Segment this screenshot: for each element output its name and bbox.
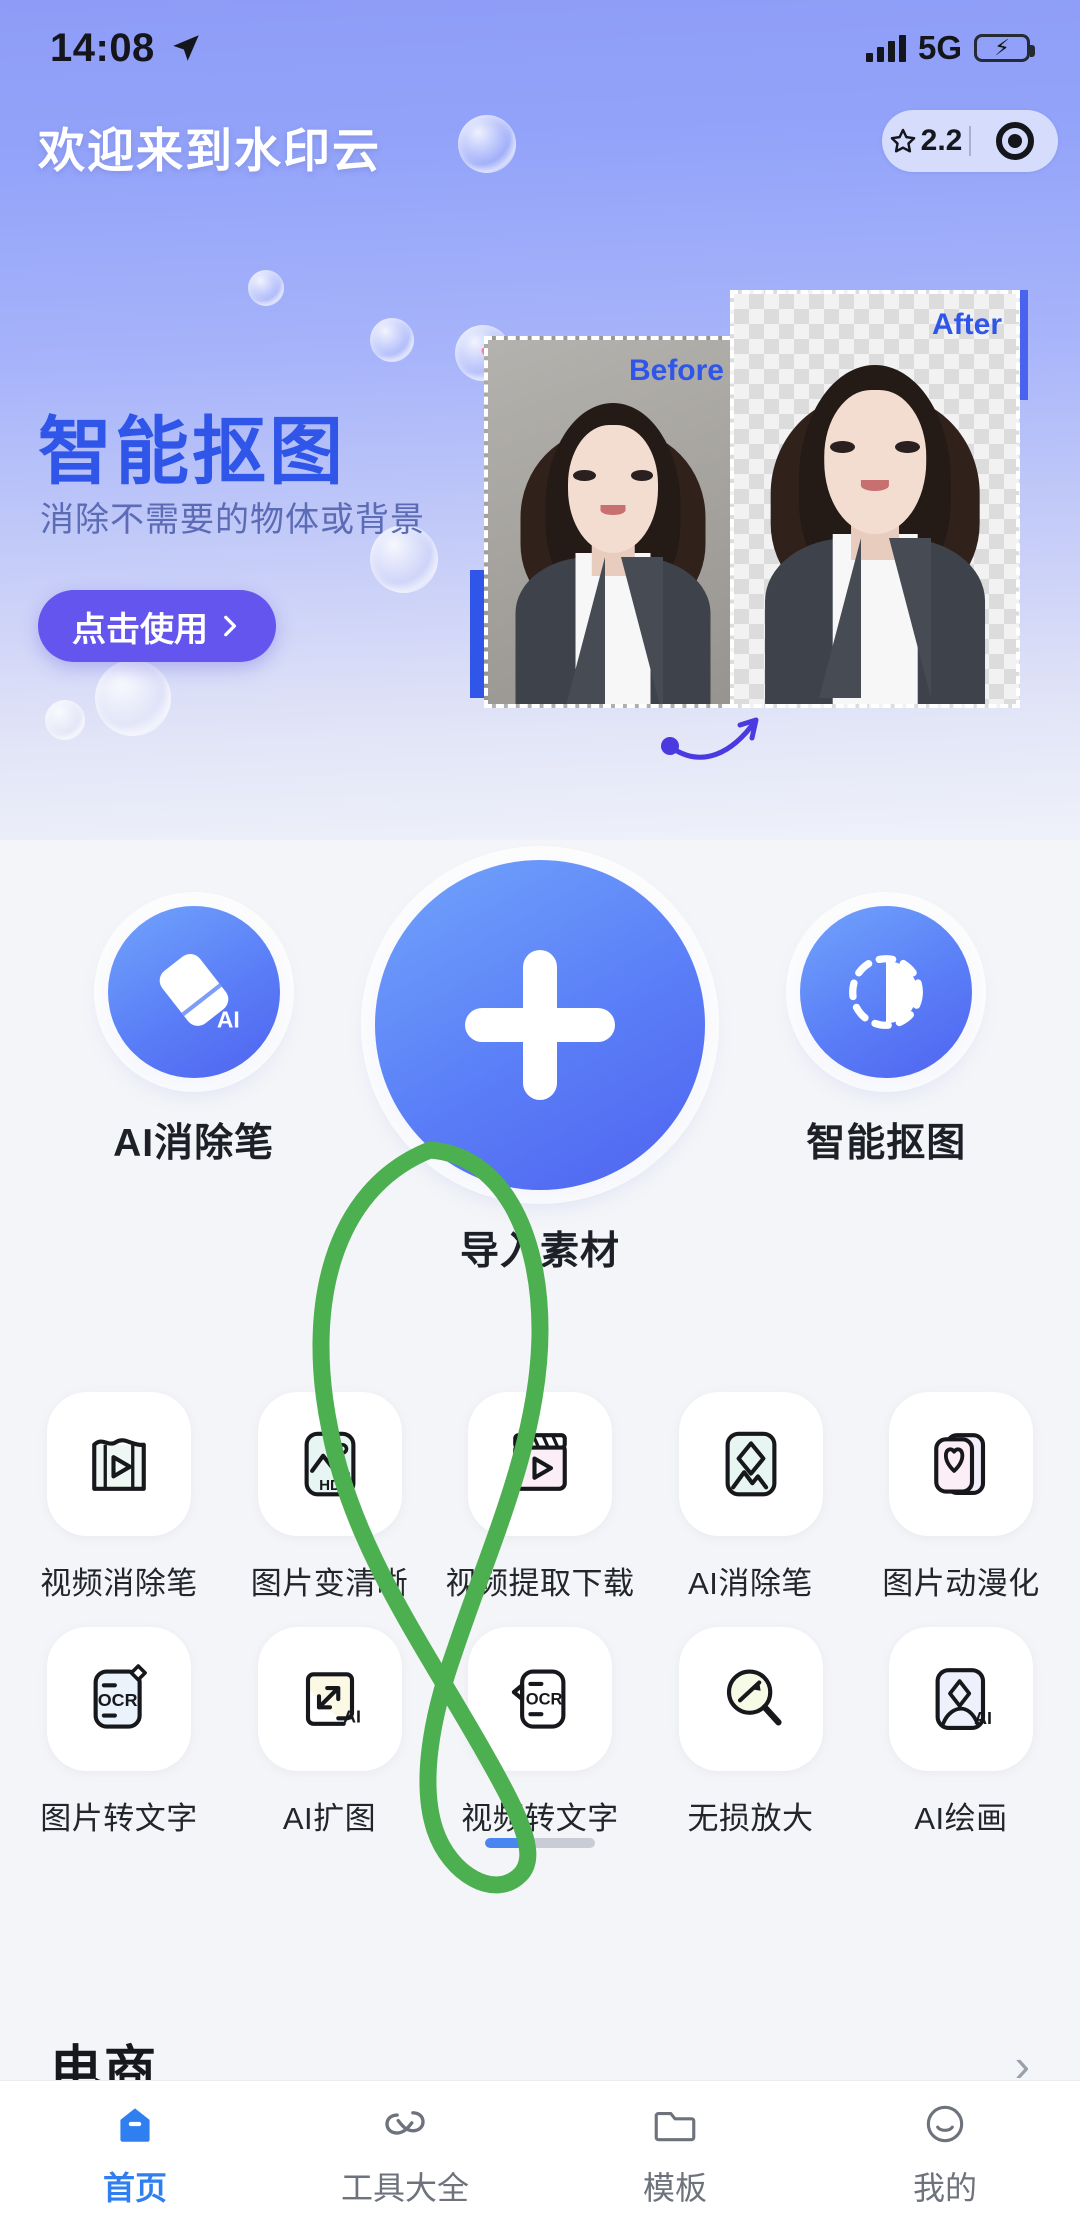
tab-label: 我的 <box>912 2170 977 2206</box>
main-action-cutout[interactable]: 智能抠图 <box>800 860 973 1168</box>
video-eraser-icon <box>47 1392 191 1536</box>
smiley-icon <box>918 2097 972 2151</box>
banner-cta-label: 点击使用 <box>72 610 208 649</box>
svg-text:AI: AI <box>343 1706 361 1726</box>
curved-arrow-icon <box>661 717 759 760</box>
pager-track <box>485 1838 595 1848</box>
main-action-label: AI消除笔 <box>113 1122 275 1165</box>
ocr-image-icon: OCR <box>47 1627 191 1771</box>
tool-label: 视频转文字 <box>461 1801 619 1836</box>
tab-mine[interactable]: 我的 <box>810 2097 1080 2209</box>
image-anime-icon <box>889 1392 1033 1536</box>
banner-subtitle: 消除不需要的物体或背景 <box>40 501 425 539</box>
portrait-before <box>488 384 738 704</box>
tool-video-eraser[interactable]: 视频消除笔 <box>26 1392 212 1603</box>
svg-text:OCR: OCR <box>98 1690 138 1710</box>
tool-row-2: OCR 图片转文字 AI AI扩图 OCR 视频转文字 无损放大 AI AI绘画 <box>26 1627 1054 1838</box>
eraser-ai-icon: AI <box>107 906 280 1078</box>
ai-paint-icon: AI <box>889 1627 1033 1771</box>
tool-grid-pager[interactable] <box>0 1838 1080 1848</box>
before-image-card: Before <box>484 336 742 708</box>
video-download-icon <box>468 1392 612 1536</box>
tool-label: 视频消除笔 <box>40 1566 198 1601</box>
tool-image-anime[interactable]: 图片动漫化 <box>868 1392 1054 1603</box>
tool-image-hd[interactable]: HD 图片变清晰 <box>237 1392 423 1603</box>
tool-video-download[interactable]: 视频提取下载 <box>445 1392 635 1603</box>
tool-image-to-text[interactable]: OCR 图片转文字 <box>26 1627 212 1838</box>
main-action-import[interactable]: 导入素材 <box>374 860 705 1276</box>
tool-label: 无损放大 <box>687 1801 814 1836</box>
portrait-after <box>734 343 1016 704</box>
main-action-label: 导入素材 <box>459 1230 620 1273</box>
tab-label: 首页 <box>102 2170 167 2206</box>
svg-text:AI: AI <box>974 1708 992 1728</box>
tool-ai-eraser[interactable]: AI消除笔 <box>658 1392 844 1603</box>
bottom-tab-bar: 首页 工具大全 模板 我的 <box>0 2080 1080 2240</box>
svg-text:OCR: OCR <box>526 1691 563 1709</box>
chevron-right-icon <box>224 615 237 637</box>
main-action-label: 智能抠图 <box>806 1122 967 1165</box>
before-label: Before <box>628 354 724 387</box>
tool-label: 图片变清晰 <box>250 1566 409 1601</box>
ai-expand-icon: AI <box>257 1627 402 1771</box>
banner-title: 智能抠图 <box>38 410 346 493</box>
tool-label: 图片动漫化 <box>882 1566 1040 1601</box>
tool-label: 图片转文字 <box>40 1801 198 1836</box>
home-icon <box>108 2097 162 2151</box>
after-image-card: After <box>730 290 1020 708</box>
main-action-ai-eraser[interactable]: AI AI消除笔 <box>107 860 280 1168</box>
tool-label: AI扩图 <box>282 1801 377 1836</box>
main-actions: AI AI消除笔 导入素材 智能抠图 <box>0 860 1080 1273</box>
tool-grid: 视频消除笔 HD 图片变清晰 视频提取下载 AI消除笔 图片动漫化 OCR 图片… <box>0 1392 1080 1862</box>
tab-tools[interactable]: 工具大全 <box>270 2097 540 2209</box>
banner-cta-button[interactable]: 点击使用 <box>38 590 276 662</box>
tool-ai-expand[interactable]: AI AI扩图 <box>237 1627 423 1838</box>
after-label: After <box>931 308 1002 341</box>
ai-eraser-image-icon <box>678 1392 823 1536</box>
svg-text:AI: AI <box>217 1006 240 1032</box>
folder-icon <box>648 2097 702 2151</box>
tool-row-1: 视频消除笔 HD 图片变清晰 视频提取下载 AI消除笔 图片动漫化 <box>26 1392 1054 1603</box>
tab-label: 工具大全 <box>340 2170 469 2206</box>
tool-label: AI绘画 <box>914 1801 1008 1836</box>
tab-templates[interactable]: 模板 <box>540 2097 810 2209</box>
svg-text:HD: HD <box>319 1477 341 1494</box>
image-hd-icon: HD <box>257 1392 402 1536</box>
tool-label: 视频提取下载 <box>445 1566 635 1601</box>
tools-icon <box>378 2097 432 2151</box>
tool-video-to-text[interactable]: OCR 视频转文字 <box>447 1627 633 1838</box>
plus-icon <box>374 860 705 1190</box>
tool-label: AI消除笔 <box>688 1566 813 1601</box>
tab-home[interactable]: 首页 <box>0 2097 270 2209</box>
tool-lossless-enlarge[interactable]: 无损放大 <box>658 1627 844 1838</box>
hero-banner: 14:08 5G ⚡ ♥ 欢迎来到水印云 2.2 <box>0 0 1080 840</box>
tab-label: 模板 <box>642 2170 707 2206</box>
pager-thumb <box>485 1838 533 1848</box>
cutout-dashed-circle-icon <box>800 906 973 1078</box>
magnifier-icon <box>678 1627 823 1771</box>
tool-ai-painting[interactable]: AI AI绘画 <box>868 1627 1054 1838</box>
video-ocr-icon: OCR <box>468 1627 612 1771</box>
